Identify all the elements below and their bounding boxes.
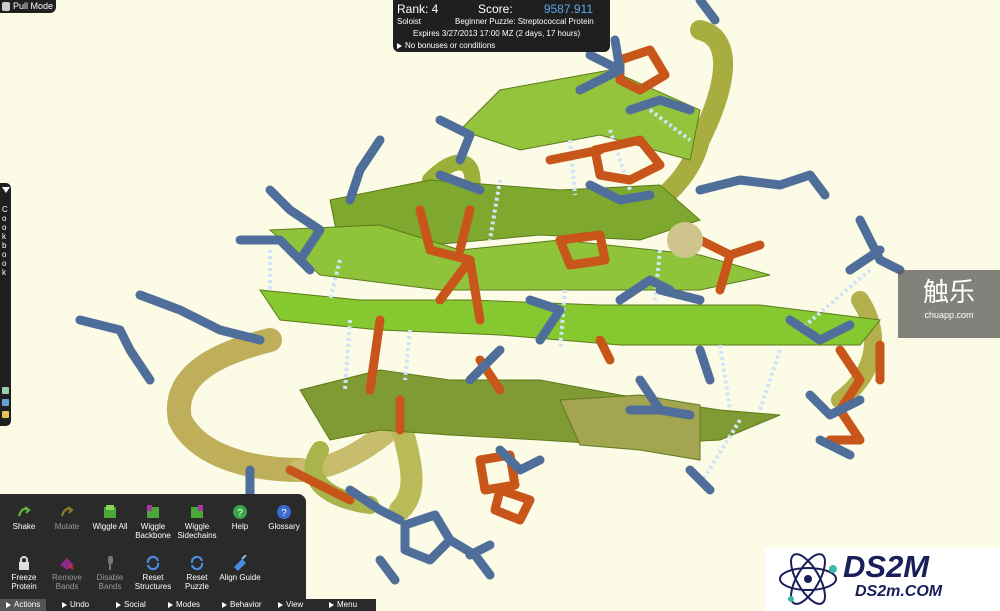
menu-modes-label: Modes (176, 600, 201, 609)
menu-triangle-icon (62, 602, 67, 608)
rank-label: Rank: 4 (397, 2, 439, 16)
pull-mode-label: Pull Mode (13, 1, 54, 11)
remove-bands-label: Remove Bands (52, 573, 82, 591)
menu-view-label: View (286, 600, 304, 609)
menu-undo-label: Undo (70, 600, 90, 609)
menu-menu-label: Menu (337, 600, 358, 609)
reset-structures-icon (145, 555, 161, 571)
player-mode: Soloist (397, 17, 422, 26)
wiggle-all-label: Wiggle All (92, 522, 128, 531)
puzzle-title: Beginner Puzzle: Streptococcal Protein (455, 17, 594, 26)
reset-structures-label: Reset Structures (134, 573, 172, 591)
svg-text:?: ? (281, 508, 287, 519)
wiggle-all-icon (102, 504, 118, 520)
chuapp-logo-text: 触乐 (922, 277, 975, 307)
menu-behavior-label: Behavior (230, 600, 262, 609)
menu-actions[interactable]: Actions (0, 599, 47, 611)
actions-panel: Shake Mutate Wiggle All Wiggle Backbone … (0, 494, 306, 599)
cookbook-label: Cookbook (2, 205, 8, 277)
help-label: Help (231, 522, 249, 531)
ds2m-atom-logo-icon (779, 553, 837, 605)
menu-triangle-icon (168, 602, 173, 608)
help-icon: ? (232, 504, 248, 520)
puzzle-info-panel: Rank: 4 Score: 9587.911 Soloist Beginner… (393, 0, 610, 52)
score-label: Score: (478, 2, 513, 16)
expand-triangle-icon (397, 42, 402, 49)
menu-view[interactable]: View (278, 599, 303, 611)
disable-bands-label: Disable Bands (96, 573, 124, 591)
ds2m-url: DS2m.COM (855, 583, 943, 600)
wiggle-backbone-label: Wiggle Backbone (135, 522, 171, 540)
shake-button[interactable]: Shake (1, 504, 47, 531)
script-icon[interactable] (2, 411, 9, 418)
ds2m-watermark: DS2M DS2m.COM (765, 547, 1000, 611)
puzzle-expires: Expires 3/27/2013 17:00 MZ (2 days, 17 h… (413, 29, 581, 38)
recipe-icon[interactable] (2, 387, 9, 394)
menu-triangle-icon (222, 602, 227, 608)
glossary-label: Glossary (268, 522, 300, 531)
pull-mode-button[interactable]: Pull Mode (0, 0, 56, 13)
bonus-conditions-label: No bonuses or conditions (405, 41, 496, 50)
remove-bands-icon (59, 555, 75, 571)
disable-bands-icon (102, 555, 118, 571)
menu-undo[interactable]: Undo (62, 599, 89, 611)
wiggle-all-button[interactable]: Wiggle All (87, 504, 133, 531)
freeze-protein-button[interactable]: Freeze Protein (1, 555, 47, 591)
menu-social[interactable]: Social (116, 599, 146, 611)
menu-social-label: Social (124, 600, 146, 609)
menu-modes[interactable]: Modes (168, 599, 200, 611)
cookbook-panel[interactable]: Cookbook (0, 183, 11, 426)
reset-structures-button[interactable]: Reset Structures (130, 555, 176, 591)
chuapp-url: chuapp.com (924, 310, 974, 320)
bonus-conditions-toggle[interactable]: No bonuses or conditions (397, 41, 495, 50)
ds2m-logo-text: DS2M (843, 549, 930, 584)
align-guide-button[interactable]: Align Guide (217, 555, 263, 582)
shake-label: Shake (12, 522, 36, 531)
menu-triangle-icon (278, 602, 283, 608)
freeze-icon (16, 555, 32, 571)
score-value: 9587.911 (543, 2, 593, 16)
wiggle-sidechains-button[interactable]: Wiggle Sidechains (174, 504, 220, 540)
bottom-menu-bar: Actions Undo Social Modes Behavior View … (0, 599, 376, 611)
align-guide-label: Align Guide (219, 573, 261, 582)
cookbook-collapse-icon[interactable] (2, 187, 10, 193)
wiggle-backbone-button[interactable]: Wiggle Backbone (130, 504, 176, 540)
menu-triangle-icon (116, 602, 121, 608)
remove-bands-button[interactable]: Remove Bands (44, 555, 90, 591)
hand-icon (2, 2, 10, 11)
menu-actions-label: Actions (14, 600, 41, 609)
reset-puzzle-button[interactable]: Reset Puzzle (174, 555, 220, 591)
menu-menu[interactable]: Menu (329, 599, 357, 611)
glossary-icon: ? (276, 504, 292, 520)
align-guide-icon (232, 555, 248, 571)
atom-sphere (667, 222, 703, 258)
menu-behavior[interactable]: Behavior (222, 599, 262, 611)
disable-bands-button[interactable]: Disable Bands (87, 555, 133, 591)
glossary-button[interactable]: ? Glossary (261, 504, 307, 531)
mutate-label: Mutate (54, 522, 80, 531)
shake-icon (16, 504, 32, 520)
wiggle-backbone-icon (145, 504, 161, 520)
chuapp-watermark: 触乐 chuapp.com (898, 270, 1000, 338)
svg-text:?: ? (237, 508, 243, 519)
reset-puzzle-label: Reset Puzzle (184, 573, 209, 591)
mutate-icon (59, 504, 75, 520)
reset-puzzle-icon (189, 555, 205, 571)
folder-icon[interactable] (2, 399, 9, 406)
menu-triangle-icon (6, 602, 11, 608)
help-button[interactable]: ? Help (217, 504, 263, 531)
wiggle-sidechains-icon (189, 504, 205, 520)
freeze-protein-label: Freeze Protein (11, 573, 37, 591)
mutate-button[interactable]: Mutate (44, 504, 90, 531)
wiggle-sidechains-label: Wiggle Sidechains (177, 522, 217, 540)
menu-triangle-icon (329, 602, 334, 608)
